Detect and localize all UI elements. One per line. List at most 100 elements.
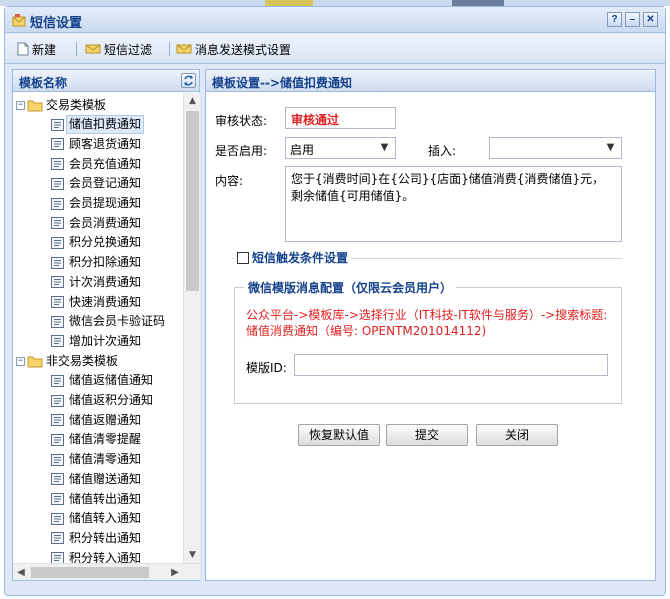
- restore-defaults-button[interactable]: 恢复默认值: [298, 424, 380, 446]
- new-document-icon: [17, 42, 29, 56]
- content-textarea[interactable]: 您于{消费时间}在{公司}{店面}储值消费{消费储值}元，剩余储值{可用储值}。: [285, 166, 622, 242]
- template-item[interactable]: 储值清零通知: [51, 450, 144, 470]
- sms-filter-button[interactable]: 短信过滤: [85, 40, 152, 58]
- template-item[interactable]: 储值扣费通知: [51, 115, 145, 135]
- template-document-icon: [51, 197, 64, 210]
- template-item[interactable]: 储值返储值通知: [51, 371, 156, 391]
- template-item-label: 储值清零通知: [69, 452, 142, 467]
- template-document-icon: [51, 158, 64, 171]
- close-window-button[interactable]: ✕: [643, 12, 658, 27]
- template-item[interactable]: 储值赠送通知: [51, 469, 144, 489]
- tree-group-label: 交易类模板: [46, 97, 107, 112]
- template-item-label: 会员消费通知: [69, 215, 142, 230]
- template-document-icon: [51, 315, 64, 328]
- template-item[interactable]: 积分兑换通知: [51, 233, 144, 253]
- template-item-label: 储值转入通知: [69, 511, 142, 526]
- template-document-icon: [51, 296, 64, 308]
- template-document-icon: [51, 256, 64, 269]
- template-tree: − 交易类模板储值扣费通知 顾客退货通知会员充值通知 会员登记通知 会员提现通知 会员消费…: [13, 93, 183, 563]
- template-item-label: 会员充值通知: [69, 156, 142, 171]
- template-item[interactable]: 计次消费通知: [51, 272, 144, 292]
- scrollbar-thumb[interactable]: [186, 111, 199, 291]
- insert-select[interactable]: ▼: [489, 137, 622, 159]
- template-item-label: 会员提现通知: [69, 196, 142, 210]
- status-label: 审核状态:: [215, 114, 268, 128]
- template-document-icon: [51, 177, 64, 190]
- insert-label: 插入:: [428, 144, 457, 158]
- collapse-icon[interactable]: −: [16, 100, 25, 110]
- enabled-select-value: 启用: [290, 143, 315, 157]
- template-id-label: 模版ID:: [246, 361, 287, 375]
- template-item[interactable]: 微信会员卡验证码: [51, 312, 168, 332]
- template-document-icon: [51, 276, 64, 289]
- new-button-label: 新建: [32, 42, 57, 57]
- template-item-label: 会员登记通知: [69, 176, 142, 191]
- chevron-down-icon: ▼: [380, 142, 389, 153]
- chevron-down-icon: ▼: [606, 142, 615, 153]
- template-settings-title: 模板设置-->储值扣费通知: [212, 76, 353, 90]
- template-item-label: 储值赠送通知: [69, 471, 142, 486]
- collapse-icon[interactable]: −: [16, 356, 25, 366]
- template-document-icon: [51, 512, 64, 525]
- template-document-icon: [51, 394, 64, 407]
- sms-filter-label: 短信过滤: [104, 42, 153, 57]
- template-item[interactable]: 增加计次通知: [51, 331, 144, 351]
- template-item[interactable]: 储值返赠通知: [51, 410, 144, 430]
- template-document-icon: [51, 236, 64, 249]
- template-item-label: 储值返积分通知: [69, 393, 154, 407]
- template-document-icon: [51, 552, 64, 563]
- template-item-label: 积分兑换通知: [69, 235, 142, 250]
- template-item[interactable]: 会员消费通知: [51, 213, 144, 233]
- template-item-label: 储值清零提醒: [69, 432, 142, 447]
- template-item[interactable]: 储值转入通知: [51, 509, 144, 529]
- template-document-icon: [51, 217, 64, 230]
- scroll-down-arrow-icon[interactable]: ▼: [184, 547, 201, 563]
- trigger-conditions-toggle[interactable]: 短信触发条件设置: [234, 249, 352, 266]
- scrollbar-thumb[interactable]: [31, 567, 149, 578]
- template-item-label: 储值返赠通知: [69, 412, 142, 427]
- trigger-checkbox[interactable]: [237, 251, 249, 264]
- template-document-icon: [51, 473, 64, 486]
- close-button[interactable]: 关闭: [476, 424, 558, 446]
- tree-group[interactable]: − 交易类模板: [16, 95, 109, 115]
- template-list-title: 模板名称: [19, 76, 68, 90]
- template-item[interactable]: 储值清零提醒: [51, 430, 144, 450]
- tree-horizontal-scrollbar[interactable]: ◀ ▶: [13, 563, 200, 580]
- template-item[interactable]: 储值转出通知: [51, 489, 144, 509]
- template-item-label: 积分转出通知: [69, 530, 142, 545]
- toolbar-divider: [169, 42, 170, 56]
- template-item[interactable]: 积分扣除通知: [51, 253, 144, 273]
- minimize-button[interactable]: –: [625, 12, 640, 27]
- new-button[interactable]: 新建: [17, 40, 56, 58]
- folder-icon: [27, 355, 43, 368]
- scroll-left-arrow-icon[interactable]: ◀: [13, 564, 29, 581]
- window-title: 短信设置: [30, 16, 83, 31]
- refresh-button[interactable]: [181, 73, 196, 88]
- message-mode-button[interactable]: 消息发送模式设置: [176, 40, 291, 58]
- wechat-template-legend: 微信模版消息配置（仅限云会员用户）: [244, 279, 457, 296]
- template-item[interactable]: 积分转入通知: [51, 548, 144, 563]
- enabled-label: 是否启用:: [215, 144, 268, 158]
- tree-vertical-scrollbar[interactable]: ▲ ▼: [183, 93, 200, 563]
- template-document-icon: [51, 493, 64, 505]
- template-settings-header: 模板设置-->储值扣费通知: [206, 70, 655, 92]
- scroll-up-arrow-icon[interactable]: ▲: [184, 93, 201, 109]
- template-item[interactable]: 会员充值通知: [51, 154, 144, 174]
- window-titlebar[interactable]: 短信设置 ? – ✕: [5, 7, 665, 33]
- template-item[interactable]: 储值返积分通知: [51, 391, 156, 411]
- template-document-icon: [51, 138, 64, 151]
- help-button[interactable]: ?: [607, 12, 622, 27]
- template-item[interactable]: 快速消费通知: [51, 292, 144, 312]
- scroll-right-arrow-icon[interactable]: ▶: [167, 564, 183, 581]
- template-item[interactable]: 积分转出通知: [51, 528, 144, 548]
- template-item[interactable]: 会员提现通知: [51, 194, 144, 214]
- template-document-icon: [51, 118, 64, 131]
- enabled-select[interactable]: 启用 ▼: [285, 137, 396, 159]
- template-item[interactable]: 会员登记通知: [51, 174, 144, 194]
- tree-group[interactable]: − 非交易类模板: [16, 351, 121, 371]
- submit-button[interactable]: 提交: [386, 424, 468, 446]
- template-item[interactable]: 顾客退货通知: [51, 134, 144, 154]
- toolbar-divider: [76, 42, 77, 56]
- refresh-icon: [184, 75, 193, 86]
- template-id-input[interactable]: [294, 354, 608, 376]
